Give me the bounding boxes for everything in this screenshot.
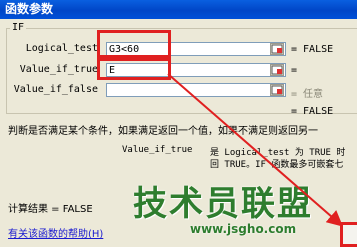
annotation-arrow [167, 73, 344, 227]
